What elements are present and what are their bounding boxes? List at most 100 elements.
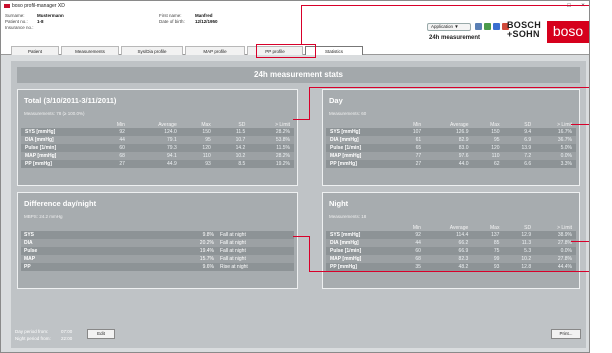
tab-patient[interactable]: Patient bbox=[11, 46, 59, 55]
row-label: MAP [mmHg] bbox=[326, 152, 397, 160]
minimize-button[interactable]: – bbox=[549, 1, 561, 11]
night-title: Night bbox=[329, 199, 349, 208]
callout-line bbox=[301, 5, 589, 6]
stats-cell: 36.7% bbox=[535, 136, 576, 144]
row-label: Pulse bbox=[21, 247, 171, 255]
stats-cell: 110 bbox=[180, 152, 215, 160]
stats-cell: 11.5% bbox=[249, 144, 294, 152]
day-panel: Day Measurements: 60 Min Average Max SD > Li… bbox=[322, 89, 580, 186]
stats-cell: 16.7% bbox=[535, 128, 576, 136]
stats-cell: 150 bbox=[472, 128, 504, 136]
maximize-button[interactable]: □ bbox=[563, 1, 575, 11]
difference-value: 15.7% bbox=[171, 255, 217, 263]
row-label: Pulse [1/min] bbox=[326, 144, 397, 152]
daynight-row: PP 9.6% Rise at night bbox=[21, 263, 294, 271]
difference-note: Fall at night bbox=[216, 239, 294, 247]
difference-note: Rise at night bbox=[216, 263, 294, 271]
daynight-row: MAP 15.7% Fall at night bbox=[21, 255, 294, 263]
stats-cell: 82.3 bbox=[424, 255, 473, 263]
stats-cell: 6.9 bbox=[503, 136, 536, 144]
help-icon[interactable] bbox=[484, 23, 491, 30]
stats-cell: 97.6 bbox=[425, 152, 473, 160]
stats-cell: 66.2 bbox=[424, 239, 473, 247]
stats-cell: 3.3% bbox=[535, 160, 576, 168]
row-label: PP [mmHg] bbox=[326, 160, 397, 168]
stats-cell: 44 bbox=[97, 136, 129, 144]
row-label: SYS [mmHg] bbox=[326, 231, 397, 239]
stats-cell: 53.8% bbox=[249, 136, 294, 144]
column-header: Average bbox=[449, 121, 469, 128]
total-panel: Total (3/10/2011-3/11/2011) Measurements… bbox=[17, 89, 298, 186]
stats-cell: 27 bbox=[396, 160, 426, 168]
stats-cell: 11.5 bbox=[214, 128, 250, 136]
stats-cell: 44 bbox=[396, 239, 425, 247]
stats-row: MAP [mmHg] 68 82.3 99 10.2 27.8% bbox=[326, 255, 576, 263]
stats-row: Pulse [1/min] 60 79.3 120 14.2 11.5% bbox=[21, 144, 294, 152]
stats-cell: 95 bbox=[180, 136, 215, 144]
stats-cell: 10.2 bbox=[503, 255, 536, 263]
stats-row: PP [mmHg] 35 48.2 93 12.8 44.4% bbox=[326, 263, 576, 271]
row-label: MAP [mmHg] bbox=[326, 255, 397, 263]
difference-note: Fall at night bbox=[216, 255, 294, 263]
stats-row: MAP [mmHg] 77 97.6 110 7.2 0.0% bbox=[326, 152, 576, 160]
app-logo-icon bbox=[4, 4, 10, 8]
row-label: Pulse [1/min] bbox=[21, 144, 98, 152]
stats-cell: 0.0% bbox=[535, 152, 576, 160]
column-header: > Limit bbox=[557, 121, 572, 128]
daynight-panel: Difference day/night MBPS: 24.2 mmHg SYS… bbox=[17, 192, 298, 289]
stats-cell: 10.2 bbox=[214, 152, 250, 160]
stats-cell: 85 bbox=[472, 239, 504, 247]
stats-cell: 7.2 bbox=[503, 152, 536, 160]
settings-icon[interactable] bbox=[493, 23, 500, 30]
stats-cell: 66.9 bbox=[424, 247, 473, 255]
print-button[interactable]: Print... bbox=[551, 329, 581, 339]
total-measurements: Measurements: 78 (≥ 100.0%) bbox=[24, 111, 85, 116]
difference-value: 9.6% bbox=[171, 263, 217, 271]
close-button[interactable]: × bbox=[577, 1, 589, 11]
daynight-row: SYS 9.8% Fall at night bbox=[21, 231, 294, 239]
stats-row: DIA [mmHg] 61 82.9 95 6.9 36.7% bbox=[326, 136, 576, 144]
difference-note: Fall at night bbox=[216, 231, 294, 239]
patient-header: Surname: Mustermann Patient no.: 1-8 Ins… bbox=[1, 11, 589, 45]
row-label: SYS bbox=[21, 231, 171, 239]
stats-cell: 99 bbox=[472, 255, 504, 263]
stats-cell: 12.8 bbox=[503, 263, 536, 271]
tab-sys-dia-profile[interactable]: Sys/Dia profile bbox=[121, 46, 183, 55]
stats-cell: 137 bbox=[472, 231, 504, 239]
row-label: PP [mmHg] bbox=[326, 263, 397, 271]
stats-cell: 5.0% bbox=[535, 144, 576, 152]
callout-line bbox=[571, 241, 589, 242]
column-header bbox=[326, 224, 396, 231]
edit-button[interactable]: Edit bbox=[87, 329, 115, 339]
stats-cell: 120 bbox=[472, 144, 504, 152]
stats-cell: 68 bbox=[97, 152, 129, 160]
stats-cell: 8.5 bbox=[214, 160, 250, 168]
stats-cell: 48.2 bbox=[424, 263, 473, 271]
stats-cell: 82.9 bbox=[425, 136, 473, 144]
callout-statistics-tab bbox=[256, 44, 316, 58]
column-header: SD bbox=[524, 121, 532, 128]
stats-row: Pulse [1/min] 60 66.9 75 5.3 0.0% bbox=[326, 247, 576, 255]
save-icon[interactable] bbox=[475, 23, 482, 30]
stats-row: MAP [mmHg] 68 94.1 110 10.2 28.2% bbox=[21, 152, 294, 160]
row-label: DIA [mmHg] bbox=[326, 136, 397, 144]
column-header: Min bbox=[412, 224, 421, 231]
application-menu[interactable]: Application ▼ bbox=[427, 23, 471, 31]
stats-cell: 38.9% bbox=[535, 231, 576, 239]
stats-cell: 44.9 bbox=[128, 160, 181, 168]
stats-cell: 120 bbox=[180, 144, 215, 152]
stats-cell: 14.2 bbox=[214, 144, 250, 152]
stats-cell: 93 bbox=[180, 160, 215, 168]
stats-cell: 107 bbox=[396, 128, 426, 136]
row-label: PP [mmHg] bbox=[21, 160, 98, 168]
window-title: boso profil-manager XD bbox=[12, 3, 65, 9]
daynight-mbps: MBPS: 24.2 mmHg bbox=[24, 214, 63, 219]
day-title: Day bbox=[329, 96, 343, 105]
stats-cell: 6.6 bbox=[503, 160, 536, 168]
tab-measurements[interactable]: Measurements bbox=[61, 46, 119, 55]
tab-map-profile[interactable]: MAP profile bbox=[185, 46, 245, 55]
measurement-title: 24h measurement bbox=[429, 35, 481, 41]
stats-row: PP [mmHg] 27 44.0 62 6.6 3.3% bbox=[326, 160, 576, 168]
column-header bbox=[326, 121, 396, 128]
column-header: Max bbox=[490, 224, 500, 231]
